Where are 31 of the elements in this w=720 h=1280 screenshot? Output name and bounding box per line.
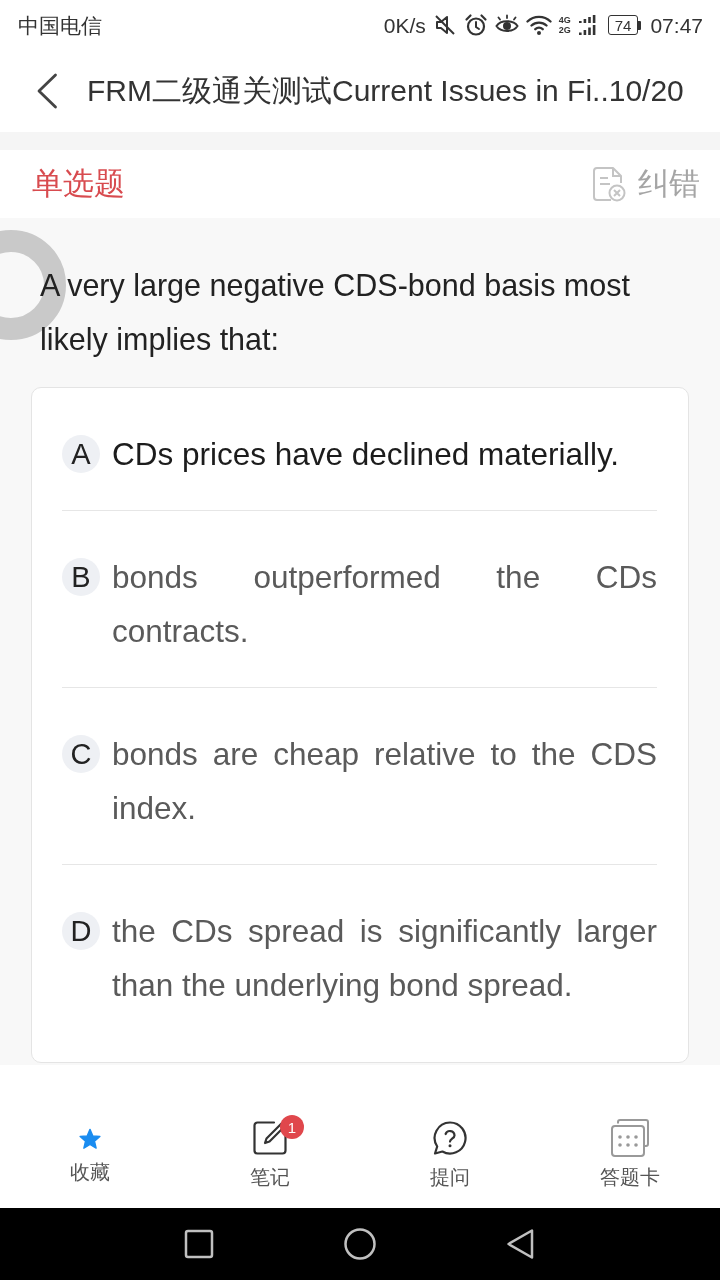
bottom-tab[interactable]: 收藏 — [45, 1114, 135, 1194]
page-title: FRM二级通关测试Current Issues in Fi.. — [87, 72, 609, 109]
notification-count: 1 — [280, 1115, 304, 1139]
mute-icon — [432, 13, 457, 37]
carrier-name: 中国电信 — [18, 14, 102, 36]
alarm-icon — [463, 13, 488, 37]
wifi-icon — [525, 14, 552, 36]
document-error-icon — [592, 166, 626, 202]
back-icon[interactable] — [36, 73, 58, 109]
option-text[interactable]: CDs prices have declined materially. — [112, 427, 657, 481]
home-icon[interactable] — [344, 1228, 376, 1260]
recent-apps-icon[interactable] — [183, 1228, 215, 1260]
network-speed: 0K/s — [383, 14, 426, 36]
option-text[interactable]: bonds are cheap relative to the CDS index. — [112, 727, 657, 835]
clock-time: 07:47 — [650, 14, 703, 36]
bottom-tab[interactable]: 答题卡 — [585, 1114, 675, 1194]
battery-indicator: 74 — [607, 15, 642, 35]
bottom-tab[interactable]: 1 笔记 — [225, 1114, 315, 1194]
question-counter: 10/20 — [608, 74, 684, 108]
question-text: A very large negative CDS-bond basis most likely implies that: — [40, 267, 631, 359]
network-type: 2G — [558, 25, 571, 35]
option-text[interactable]: bonds outperformed the CDs contracts. — [112, 550, 657, 658]
option-text[interactable]: the CDs spread is significantly larger than the underlying bond spread. — [112, 904, 657, 1012]
option-letter: A — [62, 435, 100, 473]
question-type: 单选题 — [32, 165, 125, 203]
option-letter: C — [62, 735, 100, 773]
bottom-tab[interactable]: 提问 — [405, 1114, 495, 1194]
option-letter: B — [62, 558, 100, 596]
network-type: 4G — [558, 15, 571, 25]
option-letter: D — [62, 912, 100, 950]
signal-icon — [578, 15, 597, 35]
